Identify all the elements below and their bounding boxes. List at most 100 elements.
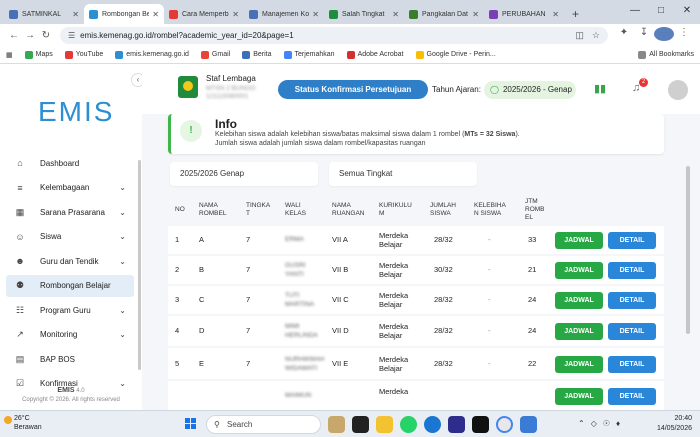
url-text[interactable]: emis.kemenag.go.id/rombel?academic_year_…	[80, 31, 567, 40]
close-tab-icon[interactable]: ✕	[232, 10, 239, 19]
sidebar-item-monitoring[interactable]: ↗ Monitoring ⌄	[6, 324, 134, 346]
extensions-icon[interactable]: ✦	[614, 27, 634, 44]
install-icon[interactable]: ◫	[575, 30, 584, 41]
close-tab-icon[interactable]: ✕	[392, 10, 399, 19]
status-konfirmasi-button[interactable]: Status Konfirmasi Persetujuan	[278, 80, 428, 99]
bookmark-item[interactable]: Terjemahkan	[283, 50, 335, 59]
sidebar-item-sarana-prasarana[interactable]: ▦ Sarana Prasarana ⌄	[6, 201, 134, 223]
row-kurikulum: Merdeka Belajar	[379, 322, 408, 340]
close-window-icon[interactable]: ✕	[674, 0, 700, 24]
close-tab-icon[interactable]: ✕	[152, 10, 159, 19]
terminal-app-icon[interactable]	[352, 416, 369, 433]
weather-widget[interactable]: 26°C Berawan	[4, 414, 42, 432]
apps-icon[interactable]: ▦	[6, 51, 13, 59]
detail-button[interactable]: DETAIL	[608, 232, 656, 249]
bookmark-item[interactable]: Berita	[242, 50, 272, 59]
browser-tab-strip: SATMINKAL ✕ Rombongan Bel ✕ Cara Memperb ✕ Man…	[0, 0, 700, 24]
tab-title: Pangkalan Dat	[422, 10, 468, 18]
bookmark-item[interactable]: YouTube	[64, 50, 103, 59]
column-header-line: RUANGAN	[332, 210, 365, 217]
close-tab-icon[interactable]: ✕	[552, 10, 559, 19]
site-info-icon[interactable]: ☰	[68, 31, 75, 40]
tahun-ajaran-label: Tahun Ajaran:	[432, 85, 481, 94]
sidebar-item-guru-dan-tendik[interactable]: ☻ Guru dan Tendik ⌄	[6, 250, 134, 272]
download-icon[interactable]: ↧	[634, 27, 654, 44]
maximize-icon[interactable]: □	[648, 0, 674, 24]
jadwal-button[interactable]: JADWAL	[555, 388, 603, 405]
browser-tab[interactable]: SATMINKAL ✕	[4, 4, 84, 24]
menu-kebab-icon[interactable]: ⋮	[674, 27, 694, 44]
calendar-icon: ▤	[15, 353, 25, 364]
profile-icon[interactable]	[654, 26, 674, 44]
jadwal-button[interactable]: JADWAL	[555, 323, 603, 340]
role-label: Staf Lembaga	[206, 74, 256, 83]
bookmark-item[interactable]: Maps	[24, 50, 53, 59]
browser-tab[interactable]: PERUBAHAN ✕	[484, 4, 564, 24]
sidebar-item-siswa[interactable]: ☺ Siswa ⌄	[6, 226, 134, 248]
minimize-icon[interactable]: —	[622, 0, 648, 24]
jadwal-button[interactable]: JADWAL	[555, 356, 603, 373]
row-kelebihan: -	[488, 265, 491, 274]
bookmark-item[interactable]: Gmail	[200, 50, 230, 59]
browser-tab[interactable]: Salah Tingkat ✕	[324, 4, 404, 24]
main-scrollbar[interactable]	[686, 166, 690, 334]
sidebar-item-rombongan-belajar[interactable]: ⚉ Rombongan Belajar	[6, 274, 134, 297]
all-bookmarks-label: All Bookmarks	[649, 51, 694, 58]
browser-tab[interactable]: Cara Memperb ✕	[164, 4, 244, 24]
store-icon[interactable]	[448, 416, 465, 433]
reload-icon[interactable]: ↻	[38, 30, 54, 41]
detail-button[interactable]: DETAIL	[608, 356, 656, 373]
jadwal-button[interactable]: JADWAL	[555, 292, 603, 309]
sidebar-item-kelembagaan[interactable]: ≡ Kelembagaan ⌄	[6, 177, 134, 199]
bookmark-item[interactable]: Adobe Acrobat	[346, 50, 404, 59]
edge-icon[interactable]	[424, 416, 441, 433]
jadwal-button[interactable]: JADWAL	[555, 262, 603, 279]
browser-tab[interactable]: Rombongan Bel ✕	[84, 4, 164, 24]
row-no: 5	[175, 359, 180, 368]
system-tray[interactable]: ⌃◇☉♦	[578, 419, 626, 428]
jadwal-button[interactable]: JADWAL	[555, 232, 603, 249]
bookmark-star-icon[interactable]: ☆	[592, 30, 600, 41]
row-rombel: C	[199, 295, 205, 304]
bookmark-item[interactable]: Google Drive - Perin...	[415, 50, 496, 59]
address-bar[interactable]: ☰ emis.kemenag.go.id/rombel?academic_yea…	[60, 26, 608, 44]
back-icon[interactable]: ←	[6, 30, 22, 41]
taskbar-search[interactable]: ⚲ Search	[206, 415, 321, 434]
sidebar-item-bap-bos[interactable]: ▤ BAP BOS	[6, 348, 134, 370]
row-no: 4	[175, 326, 180, 335]
sidebar-item-dashboard[interactable]: ⌂ Dashboard	[6, 152, 134, 174]
detail-button[interactable]: DETAIL	[608, 388, 656, 405]
check-circle-icon: ◯	[490, 85, 499, 94]
user-avatar[interactable]	[668, 80, 688, 100]
close-tab-icon[interactable]: ✕	[312, 10, 319, 19]
start-icon[interactable]	[185, 418, 197, 430]
column-header-line: KURIKULU	[379, 202, 412, 209]
bookmark-label: Maps	[35, 51, 53, 58]
detail-button[interactable]: DETAIL	[608, 292, 656, 309]
new-tab-icon[interactable]: +	[564, 4, 587, 24]
forward-icon[interactable]: →	[22, 30, 38, 41]
clock[interactable]: 20:40 14/05/2026	[657, 414, 692, 434]
tahun-ajaran-selector[interactable]: ◯ 2025/2026 - Genap	[484, 81, 576, 99]
file-explorer-icon[interactable]	[376, 416, 393, 433]
close-tab-icon[interactable]: ✕	[472, 10, 479, 19]
year-select[interactable]: 2025/2026 Genap	[170, 162, 318, 186]
whatsapp-icon[interactable]	[400, 416, 417, 433]
detail-button[interactable]: DETAIL	[608, 323, 656, 340]
all-bookmarks[interactable]: All Bookmarks	[638, 50, 694, 59]
browser-tab[interactable]: Manajemen Ko ✕	[244, 4, 324, 24]
chrome-icon[interactable]	[496, 416, 513, 433]
sidebar-scrollbar[interactable]	[138, 160, 141, 370]
bookmark-item[interactable]: emis.kemenag.go.id	[115, 50, 189, 59]
taskview-app-icon[interactable]	[328, 416, 345, 433]
browser-tab[interactable]: Pangkalan Dat ✕	[404, 4, 484, 24]
level-select[interactable]: Semua Tingkat	[329, 162, 477, 186]
tiktok-icon[interactable]	[472, 416, 489, 433]
detail-button[interactable]: DETAIL	[608, 262, 656, 279]
close-tab-icon[interactable]: ✕	[72, 10, 79, 19]
sidebar-item-program-guru[interactable]: ☷ Program Guru ⌄	[6, 299, 134, 321]
app-icon[interactable]	[520, 416, 537, 433]
row-rombel: D	[199, 326, 205, 335]
column-header-wali: WALI KELAS	[285, 202, 306, 218]
bar-chart-icon[interactable]: ▮▮	[594, 82, 606, 95]
